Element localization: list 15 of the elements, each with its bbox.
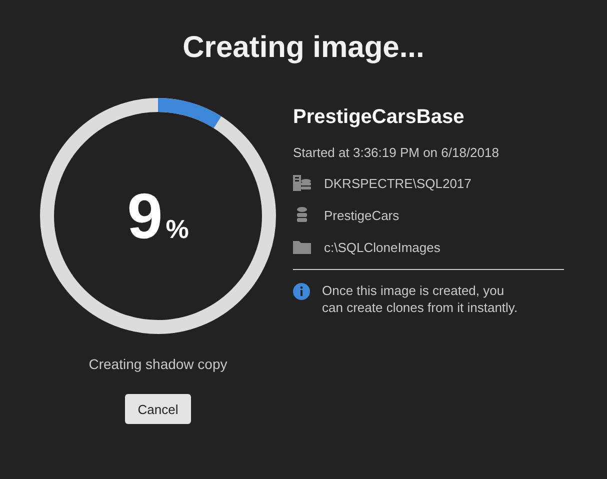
percent-value: 9: [127, 184, 163, 248]
detail-text: DKRSPECTRE\SQL2017: [324, 176, 472, 190]
progress-fill: [158, 98, 221, 128]
detail-text: c:\SQLCloneImages: [324, 240, 440, 254]
info-text: Once this image is created, you can create clones from it instantly.: [322, 282, 519, 316]
folder-icon: [293, 238, 311, 256]
cancel-button[interactable]: Cancel: [125, 394, 191, 424]
image-name: PrestigeCarsBase: [293, 106, 466, 129]
started-time: Started at 3:36:19 PM on 6/18/2018: [293, 145, 500, 160]
dialog-title: Creating image...: [182, 30, 424, 66]
percent-sign: %: [166, 214, 189, 245]
info-icon: [293, 283, 310, 300]
detail-text: PrestigeCars: [324, 208, 400, 222]
status-text: Creating shadow copy: [88, 356, 228, 372]
server-database-icon: [293, 174, 311, 192]
